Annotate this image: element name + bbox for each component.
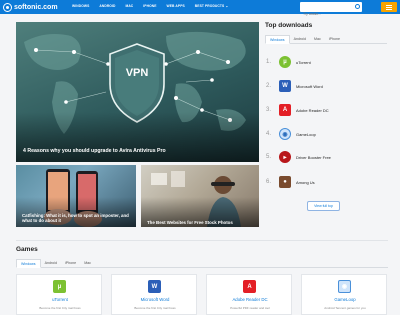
- game-name[interactable]: Microsoft Word: [112, 297, 198, 302]
- list-item[interactable]: 6. ● Among Us: [266, 176, 315, 188]
- driver-booster-icon: ▸: [279, 151, 291, 163]
- rank-number: 2.: [266, 83, 272, 89]
- tab-android[interactable]: Android: [290, 35, 310, 44]
- nav-mac[interactable]: MAC: [125, 4, 133, 8]
- app-name[interactable]: GameLoop: [296, 132, 316, 137]
- nav-iphone[interactable]: IPHONE: [143, 4, 156, 8]
- pdf-icon: A: [243, 280, 256, 293]
- games-heading: Games: [16, 246, 38, 253]
- view-full-top-button[interactable]: View full top: [307, 201, 340, 211]
- list-item[interactable]: 1. µ uTorrent: [266, 56, 311, 68]
- game-name[interactable]: Adobe Reader DC: [207, 297, 293, 302]
- game-description: Powerful PDF reader and tool: [230, 306, 270, 310]
- article-card-stock-photos[interactable]: The Best Websites for Free Stock Photos: [141, 165, 259, 227]
- app-name[interactable]: Microsoft Word: [296, 84, 323, 89]
- game-card[interactable]: A Adobe Reader DC Powerful PDF reader an…: [206, 274, 292, 315]
- tab-iphone[interactable]: iPhone: [325, 35, 344, 44]
- game-card[interactable]: W Microsoft Word Become the first City m…: [111, 274, 197, 315]
- word-icon: W: [279, 80, 291, 92]
- rank-number: 1.: [266, 59, 272, 65]
- main-nav: WINDOWS ANDROID MAC IPHONE WEB APPS BEST…: [72, 4, 228, 8]
- app-name[interactable]: Adobe Reader DC: [296, 108, 329, 113]
- nav-android[interactable]: ANDROID: [99, 4, 115, 8]
- rank-number: 3.: [266, 107, 272, 113]
- nav-web-apps[interactable]: WEB APPS: [167, 4, 185, 8]
- game-card[interactable]: ◉ GameLoop Android Tencent games for you: [301, 274, 387, 315]
- hero-title[interactable]: 4 Reasons why you should upgrade to Avir…: [23, 148, 166, 154]
- menu-button[interactable]: [381, 2, 397, 12]
- game-description: Become the first City mail boss: [134, 306, 176, 310]
- utorrent-icon: µ: [279, 56, 291, 68]
- logo-text: softonic.com: [14, 3, 58, 11]
- article-title[interactable]: Catfishing: What it is, how to spot an i…: [22, 213, 130, 224]
- nav-windows[interactable]: WINDOWS: [72, 4, 89, 8]
- game-name[interactable]: uTorrent: [17, 297, 103, 302]
- top-downloads-tabs: Windows Android Mac iPhone: [265, 35, 387, 44]
- section-divider: [16, 240, 388, 241]
- tab-mac[interactable]: Mac: [310, 35, 325, 44]
- among-us-icon: ●: [279, 176, 291, 188]
- games-tabs: Windows Android iPhone Mac: [16, 259, 388, 268]
- list-item[interactable]: 3. A Adobe Reader DC: [266, 104, 329, 116]
- softonic-logo-icon: [3, 2, 12, 12]
- search-box: [300, 2, 362, 19]
- vpn-badge-text: VPN: [125, 67, 149, 79]
- tab-android[interactable]: Android: [41, 259, 61, 268]
- list-item[interactable]: 2. W Microsoft Word: [266, 80, 323, 92]
- top-downloads-heading: Top downloads: [265, 22, 313, 29]
- hero-article[interactable]: VPN 4 Reasons why you should upgrade to …: [16, 22, 259, 162]
- app-name[interactable]: uTorrent: [296, 60, 311, 65]
- game-name[interactable]: GameLoop: [302, 297, 388, 302]
- rank-number: 6.: [266, 179, 272, 185]
- pdf-icon: A: [279, 104, 291, 116]
- list-item[interactable]: 4. ◉ GameLoop: [266, 128, 316, 140]
- tab-mac[interactable]: Mac: [80, 259, 95, 268]
- list-item[interactable]: 5. ▸ Driver Booster Free: [266, 151, 331, 163]
- game-description: Become the first City mail boss: [39, 306, 81, 310]
- rank-number: 5.: [266, 154, 272, 160]
- tab-windows[interactable]: Windows: [16, 259, 41, 268]
- article-title[interactable]: The Best Websites for Free Stock Photos: [147, 220, 233, 225]
- tab-iphone[interactable]: iPhone: [61, 259, 80, 268]
- article-card-catfishing[interactable]: Catfishing: What it is, how to spot an i…: [16, 165, 136, 227]
- app-name[interactable]: Driver Booster Free: [296, 155, 331, 160]
- game-description: Android Tencent games for you: [324, 306, 366, 310]
- word-icon: W: [148, 280, 161, 293]
- utorrent-icon: µ: [53, 280, 66, 293]
- tab-windows[interactable]: Windows: [265, 35, 290, 44]
- search-icon[interactable]: [355, 4, 360, 9]
- rank-number: 4.: [266, 131, 272, 137]
- game-card[interactable]: µ uTorrent Become the first City mail bo…: [16, 274, 102, 315]
- top-navbar: softonic.com WINDOWS ANDROID MAC IPHONE …: [0, 0, 400, 19]
- games-cards: µ uTorrent Become the first City mail bo…: [16, 274, 388, 315]
- gameloop-icon: ◉: [279, 128, 291, 140]
- search-input[interactable]: [300, 9, 350, 19]
- gameloop-icon: ◉: [338, 280, 351, 293]
- hamburger-icon: [386, 4, 392, 6]
- app-name[interactable]: Among Us: [296, 180, 315, 185]
- vpn-shield-icon: [109, 43, 165, 123]
- softonic-logo[interactable]: softonic.com: [3, 2, 58, 12]
- nav-best-products[interactable]: BEST PRODUCTS ⌄: [195, 4, 228, 8]
